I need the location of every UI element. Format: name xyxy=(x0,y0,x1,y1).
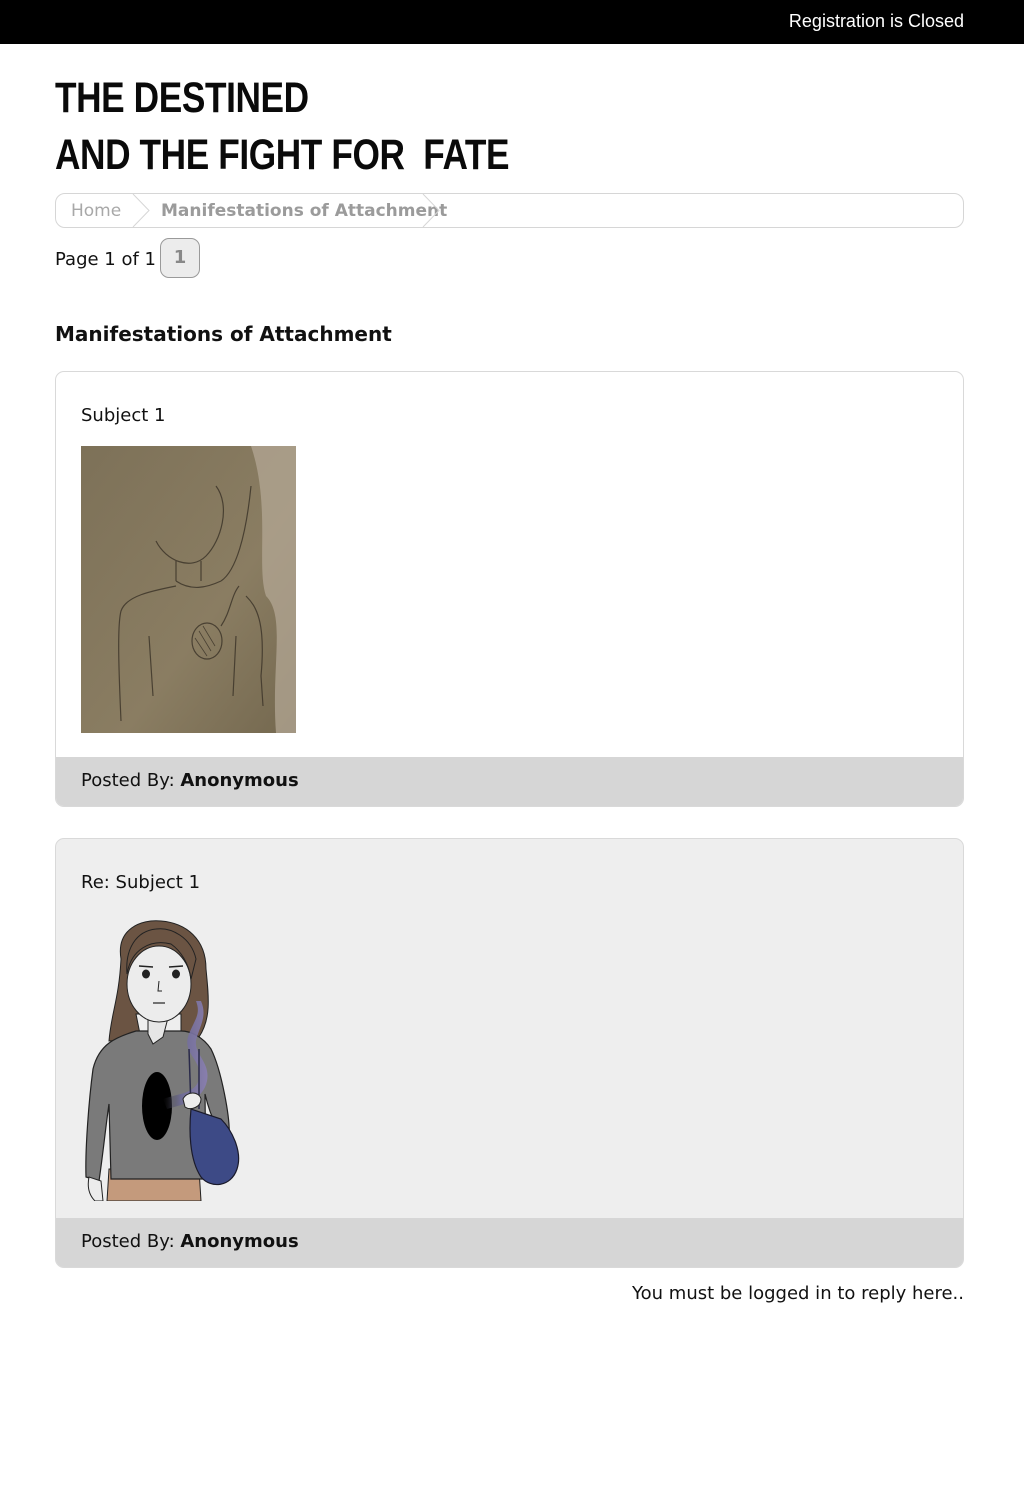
posted-by-label: Posted By: xyxy=(81,770,175,791)
breadcrumb-separator-icon xyxy=(132,194,150,227)
post-subject: Subject 1 xyxy=(81,405,166,426)
post-subject: Re: Subject 1 xyxy=(81,872,201,893)
page-1-button[interactable]: 1 xyxy=(160,238,200,278)
topic-title: Manifestations of Attachment xyxy=(55,322,392,346)
login-to-reply-note: You must be logged in to reply here.. xyxy=(632,1283,964,1304)
post-footer: Posted By: Anonymous xyxy=(56,1218,963,1267)
post-image[interactable] xyxy=(81,446,296,733)
post-author-line: Posted By: Anonymous xyxy=(81,770,299,791)
breadcrumb-separator-icon xyxy=(422,194,440,227)
page-count-label: Page 1 of 1 xyxy=(55,249,156,270)
top-bar: Registration is Closed xyxy=(0,0,1024,44)
breadcrumb-current[interactable]: Manifestations of Attachment xyxy=(161,201,447,221)
registration-status: Registration is Closed xyxy=(788,11,964,31)
post-author[interactable]: Anonymous xyxy=(180,770,298,791)
post-image[interactable] xyxy=(81,919,246,1201)
breadcrumb-home-link[interactable]: Home xyxy=(71,201,121,221)
site-title[interactable]: THE DESTINED AND THE FIGHT FOR FATE xyxy=(55,70,510,184)
post-author-line: Posted By: Anonymous xyxy=(81,1231,299,1252)
post: Subject 1 Posted By: Anonymous xyxy=(55,371,964,807)
post-footer: Posted By: Anonymous xyxy=(56,757,963,806)
posted-by-label: Posted By: xyxy=(81,1231,175,1252)
breadcrumb: Home Manifestations of Attachment xyxy=(55,193,964,228)
post-author[interactable]: Anonymous xyxy=(180,1231,298,1252)
post: Re: Subject 1 Posted By: Anonymous xyxy=(55,838,964,1268)
